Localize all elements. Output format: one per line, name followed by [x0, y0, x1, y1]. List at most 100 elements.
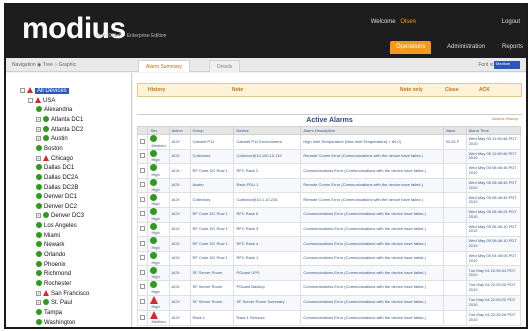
table-row[interactable]: High ACK SF Server Room PGuard UPS Communica…: [136, 265, 522, 281]
table-row[interactable]: High ACK RF Code DC Row 1 RFC Rack 4 Communi…: [136, 236, 522, 252]
ack-button[interactable]: ACK: [479, 87, 490, 93]
table-row[interactable]: High ACK SF Server Room SF Server Room Summ…: [136, 294, 522, 311]
tree-item[interactable]: + St. Paul: [36, 299, 72, 307]
column-header[interactable]: Group: [189, 126, 235, 135]
table-row[interactable]: High ACK Austin Rack PDU 1 Remote Comm Error…: [136, 177, 522, 194]
tree-item[interactable]: Miami: [36, 231, 60, 240]
note-button[interactable]: Note: [232, 87, 243, 93]
logout-link[interactable]: Logout: [502, 19, 520, 25]
tab-alarm-summary[interactable]: Alarm Summary: [138, 60, 190, 72]
table-row[interactable]: High ACK RF Code DC Row 1 RFC Rack 2 Communi…: [136, 163, 522, 179]
tree-item[interactable]: Richmond: [36, 270, 71, 278]
column-header[interactable]: Value: [442, 126, 467, 135]
row-checkbox[interactable]: [140, 240, 145, 246]
severity-cell: High: [147, 177, 170, 194]
navigation-mode-toggle[interactable]: Navigation ◉ Tree ○ Graphic: [12, 62, 76, 68]
tree-item[interactable]: Denver DC2: [36, 202, 77, 211]
column-header[interactable]: Action: [168, 126, 191, 135]
tab-reports[interactable]: Reports: [496, 41, 526, 54]
tree-item[interactable]: Newark: [36, 241, 64, 249]
action-link[interactable]: ACK: [168, 279, 191, 296]
table-row[interactable]: Medium ACK Rack 1 Rack 1 Sensors Communicati…: [136, 309, 522, 326]
action-link[interactable]: ACK: [168, 294, 191, 311]
table-row[interactable]: High ACK Collectors Collector@10.1.10.226 Re…: [136, 192, 522, 208]
font-size-select[interactable]: Medium: [494, 61, 520, 69]
status-ok-icon: [150, 281, 158, 289]
description-cell: Communications Error (Communications wit…: [300, 309, 444, 326]
tree-item[interactable]: + Denver DC3: [36, 212, 84, 220]
row-checkbox[interactable]: [140, 211, 145, 217]
row-checkbox[interactable]: [140, 182, 145, 188]
action-link[interactable]: ACK: [168, 221, 191, 238]
tree-item[interactable]: Tampa: [36, 308, 62, 317]
tree-item[interactable]: Dallas DC1: [36, 164, 74, 172]
tab-details[interactable]: Details: [209, 60, 241, 72]
row-checkbox[interactable]: [140, 226, 145, 232]
action-link[interactable]: ACK: [168, 163, 191, 179]
tree-item[interactable]: + Austin: [36, 135, 68, 143]
column-header[interactable]: Sev: [147, 126, 170, 135]
tree-item[interactable]: Denver DC1: [36, 193, 77, 201]
expand-icon[interactable]: +: [36, 290, 41, 296]
expand-icon[interactable]: +: [36, 136, 41, 142]
tree-item[interactable]: + Chicago: [36, 154, 73, 163]
tree-item[interactable]: + Atlanta DC1: [36, 115, 83, 124]
tree-item[interactable]: Los Angeles: [36, 222, 77, 230]
tree-item[interactable]: + Atlanta DC2: [36, 125, 83, 134]
column-header[interactable]: Device: [233, 126, 302, 135]
column-header[interactable]: Alarm Description: [300, 126, 444, 135]
tree-item[interactable]: Washington: [36, 318, 75, 327]
action-link[interactable]: ACK: [168, 192, 191, 208]
alarms-history-link[interactable]: Alarms History: [492, 116, 518, 121]
expand-icon[interactable]: +: [36, 116, 41, 122]
action-link[interactable]: ACK: [168, 265, 191, 281]
column-header[interactable]: Alarm Time: [465, 126, 522, 135]
row-checkbox[interactable]: [140, 314, 145, 320]
column-header[interactable]: [136, 126, 149, 135]
action-link[interactable]: ACK: [168, 250, 191, 267]
close-button[interactable]: Close: [445, 87, 459, 93]
action-link[interactable]: ACK: [168, 148, 191, 165]
row-checkbox[interactable]: [140, 255, 145, 261]
expand-icon[interactable]: +: [36, 300, 41, 306]
alarm-time-cell: Wed May 05 11:59:46 PDT 2010: [465, 134, 522, 150]
tree-item[interactable]: Dallas DC2A: [36, 173, 78, 182]
expand-icon[interactable]: +: [36, 155, 41, 161]
row-checkbox[interactable]: [140, 153, 145, 159]
tree-item[interactable]: - USA: [28, 96, 55, 105]
action-link[interactable]: ACK: [168, 309, 191, 326]
tree-item[interactable]: Phoenix: [36, 260, 66, 269]
row-checkbox[interactable]: [140, 284, 145, 290]
table-row[interactable]: High ACK RF Code DC Row 1 RFC Rack 5 Communi…: [136, 206, 522, 223]
note-only-button[interactable]: Note only: [400, 87, 423, 93]
action-link[interactable]: ACK: [168, 177, 191, 194]
tab-operations[interactable]: Operations: [390, 41, 432, 54]
expand-icon[interactable]: +: [36, 126, 41, 132]
severity-cell: High: [147, 221, 170, 238]
action-link[interactable]: ACK: [168, 236, 191, 252]
table-row[interactable]: High ACK RF Code DC Row 1 RFC Rack 1 Communi…: [136, 250, 522, 267]
action-link[interactable]: ACK: [168, 134, 191, 150]
table-row[interactable]: Medium ACK Cabinet P11 Cabinet P11 Environm…: [136, 134, 522, 150]
tree-item[interactable]: Orlando: [36, 251, 65, 259]
tab-administration[interactable]: Administration: [441, 41, 491, 54]
action-link[interactable]: ACK: [168, 206, 191, 223]
row-checkbox[interactable]: [140, 196, 145, 202]
table-row[interactable]: High ACK RF Code DC Row 1 RFC Rack 3 Communi…: [136, 221, 522, 238]
tree-item[interactable]: - All Devices: [20, 87, 69, 95]
row-checkbox[interactable]: [140, 167, 145, 173]
row-checkbox[interactable]: [140, 269, 145, 275]
row-checkbox[interactable]: [140, 299, 145, 305]
table-row[interactable]: High ACK Collectors Collector@10.100.10.119…: [136, 148, 522, 165]
tree-item[interactable]: Alexandria: [36, 106, 72, 114]
tree-item[interactable]: + San Francisco: [36, 289, 89, 298]
row-checkbox[interactable]: [140, 138, 145, 144]
collapse-icon[interactable]: -: [28, 97, 33, 103]
tree-item[interactable]: Dallas DC2B: [36, 183, 78, 192]
tree-item[interactable]: Rochester: [36, 280, 71, 288]
history-button[interactable]: History: [148, 87, 165, 93]
expand-icon[interactable]: +: [36, 213, 41, 219]
tree-item[interactable]: Boston: [36, 144, 63, 153]
table-row[interactable]: High ACK SF Server Room PGuard Backup Commun…: [136, 279, 522, 296]
collapse-icon[interactable]: -: [20, 88, 25, 93]
